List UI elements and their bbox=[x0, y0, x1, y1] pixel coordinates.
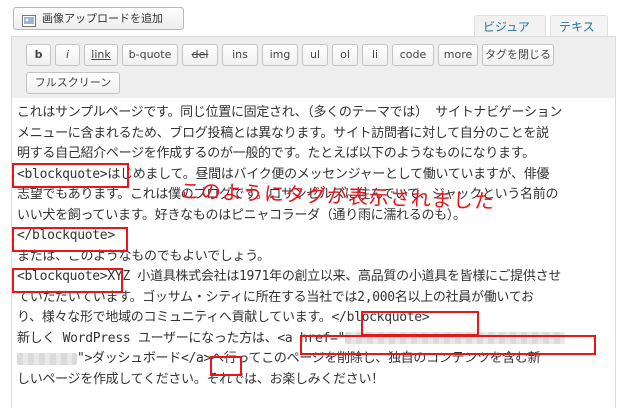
tag-highlight-box bbox=[12, 163, 129, 188]
italic-button[interactable]: i bbox=[55, 44, 80, 66]
close-tags-button[interactable]: タグを閉じる bbox=[482, 44, 554, 66]
tag-highlight-box bbox=[12, 227, 128, 252]
ul-button[interactable]: ul bbox=[302, 44, 328, 66]
fullscreen-button[interactable]: フルスクリーン bbox=[26, 72, 120, 94]
more-button[interactable]: more bbox=[438, 44, 478, 66]
content-text: ">ダッシュボード bbox=[77, 351, 181, 366]
media-upload-icon bbox=[22, 13, 36, 27]
content-line: しいページを作成してください。それでは、お楽しみください！ bbox=[17, 371, 384, 387]
ins-button[interactable]: ins bbox=[222, 44, 258, 66]
content-line: メニューに含まれるため、ブログ投稿とは異なります。サイト訪問者に対して自分のこと… bbox=[17, 125, 549, 141]
tag-highlight-box bbox=[361, 311, 479, 336]
add-media-button[interactable]: 画像アップロードを追加 bbox=[13, 7, 184, 30]
blockquote-button[interactable]: b-quote bbox=[122, 44, 178, 66]
tab-text[interactable]: テキスト bbox=[550, 15, 608, 56]
img-button[interactable]: img bbox=[262, 44, 298, 66]
li-button[interactable]: li bbox=[362, 44, 388, 66]
tag-highlight-box bbox=[300, 335, 596, 355]
bold-button[interactable]: b bbox=[26, 44, 51, 66]
content-line: これはサンプルページです。同じ位置に固定され、（多くのテーマでは） サイトナビゲ… bbox=[17, 105, 563, 120]
content-text: り、様々な形で地域のコミュニティへ貢献しています。 bbox=[17, 310, 332, 325]
link-button[interactable]: link bbox=[84, 44, 118, 66]
add-media-label: 画像アップロードを追加 bbox=[42, 12, 163, 25]
content-line: いい犬を飼っています。好きなものはピニャコラーダ（通り雨に濡れるのも）。 bbox=[17, 207, 466, 223]
content-text: 新しく WordPress ユーザーになった方は、 bbox=[17, 330, 278, 346]
content-text: XYZ 小道具株式会社は1971年の創立以来、高品質の小道具を皆様にご提供させ bbox=[107, 269, 561, 284]
tag-highlight-box bbox=[210, 356, 242, 376]
content-line: り、様々な形で地域のコミュニティへ貢献しています。</blockquote> bbox=[17, 308, 615, 329]
code-button[interactable]: code bbox=[392, 44, 434, 66]
del-button[interactable]: del bbox=[182, 44, 218, 66]
anchor-close-tag: </a> bbox=[180, 351, 212, 366]
ol-button[interactable]: ol bbox=[332, 44, 358, 66]
quicktags-toolbar: b i link b-quote del ins img ul ol li co… bbox=[11, 36, 616, 98]
content-line: 明する自己紹介ページを作成するのが一般的です。たとえば以下のようなものになります… bbox=[17, 146, 535, 161]
tag-highlight-box bbox=[12, 268, 123, 293]
tab-visual[interactable]: ビジュアル bbox=[474, 15, 546, 56]
blurred-url bbox=[17, 352, 77, 365]
